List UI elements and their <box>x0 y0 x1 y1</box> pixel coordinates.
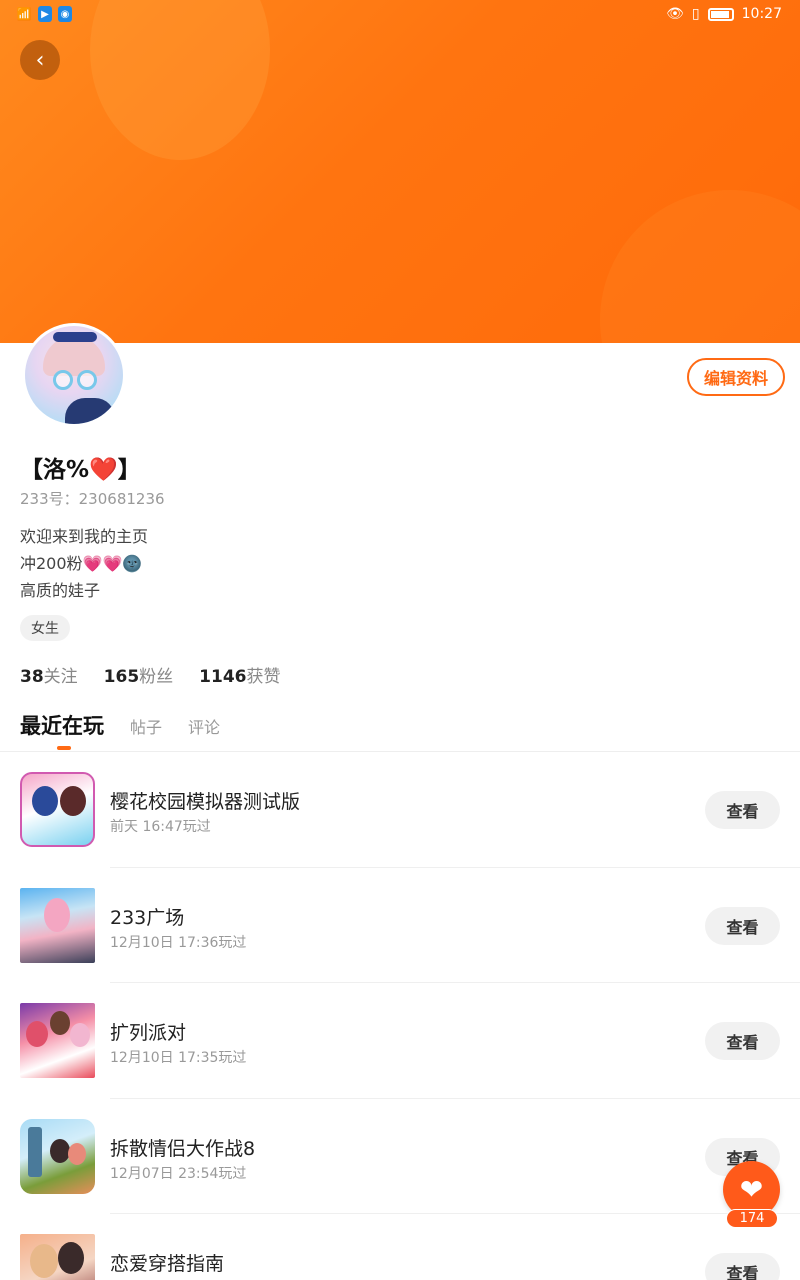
game-icon <box>20 772 95 847</box>
account-id: 233号：230681236 <box>20 490 165 508</box>
wifi-icon: 📶 <box>16 7 32 21</box>
avatar[interactable] <box>22 323 126 427</box>
game-name: 拆散情侣大作战8 <box>110 1137 256 1160</box>
header-decoration <box>600 190 800 343</box>
tab-posts[interactable]: 帖子 <box>130 714 162 738</box>
game-list: 樱花校园模拟器测试版 前天 16:47玩过 查看 233广场 12月10日 17… <box>0 752 800 1280</box>
stat-following[interactable]: 38关注 <box>20 662 78 687</box>
game-icon <box>20 1118 95 1194</box>
game-played-time: 12月10日 17:35玩过 <box>110 1050 247 1066</box>
chevron-left-icon: ‹ <box>35 47 45 73</box>
game-name: 233广场 <box>110 906 185 929</box>
view-button[interactable]: 查看 <box>705 1022 780 1060</box>
status-time: 10:27 <box>741 6 782 22</box>
back-button[interactable]: ‹ <box>20 40 60 80</box>
game-name: 樱花校园模拟器测试版 <box>110 791 301 813</box>
game-name: 扩列派对 <box>110 1022 187 1044</box>
profile-header-background <box>0 0 800 343</box>
view-button[interactable]: 查看 <box>705 906 780 945</box>
tab-indicator <box>57 746 71 750</box>
eye-icon: 👁 <box>666 6 684 22</box>
game-name: 恋爱穿搭指南 <box>110 1253 225 1275</box>
heart-icon: ❤ <box>739 1173 764 1206</box>
notification-app-icon: ◉ <box>58 6 72 22</box>
bio-emojis: 💗💗🌚 <box>82 554 143 573</box>
bio: 欢迎来到我的主页 冲200粉💗💗🌚 高质的娃子 <box>20 523 148 604</box>
game-played-time: 前天 16:47玩过 <box>110 819 211 835</box>
stats-row: 38关注 165粉丝 1146获赞 <box>20 662 281 687</box>
stat-followers[interactable]: 165粉丝 <box>104 662 174 687</box>
like-count: 174 <box>726 1209 778 1228</box>
bio-line: 高质的娃子 <box>20 581 101 600</box>
username: 【洛%❤️】 <box>20 457 141 483</box>
tab-bar: 最近在玩 帖子 评论 <box>20 710 220 740</box>
game-played-time: 12月10日 17:36玩过 <box>110 934 247 951</box>
view-button[interactable]: 查看 <box>705 791 780 829</box>
game-played-time: 12月07日 23:54玩过 <box>110 1165 247 1182</box>
view-button[interactable]: 查看 <box>705 1253 780 1280</box>
status-bar: 📶 ▶ ◉ 👁 ▯ 10:27 <box>0 0 800 30</box>
bio-line: 欢迎来到我的主页 <box>20 527 149 546</box>
notification-app-icon: ▶ <box>38 6 52 22</box>
heart-emoji: ❤️ <box>89 457 118 483</box>
battery-icon <box>707 7 734 21</box>
tab-recently-played[interactable]: 最近在玩 <box>20 710 104 740</box>
vibrate-icon: ▯ <box>691 6 700 22</box>
list-item[interactable]: 拆散情侣大作战8 12月07日 23:54玩过 查看 <box>0 1099 800 1214</box>
edit-profile-button[interactable]: 编辑资料 <box>687 358 785 396</box>
gender-tag: 女生 <box>20 615 70 641</box>
bio-line: 冲200粉💗💗🌚 <box>20 554 143 573</box>
tab-comments[interactable]: 评论 <box>188 714 220 738</box>
list-item[interactable]: 扩列派对 12月10日 17:35玩过 查看 <box>0 983 800 1099</box>
list-item[interactable]: 恋爱穿搭指南 查看 <box>0 1214 800 1280</box>
stat-likes[interactable]: 1146获赞 <box>199 662 280 687</box>
game-icon <box>20 1003 95 1078</box>
list-item[interactable]: 233广场 12月10日 17:36玩过 查看 <box>0 868 800 983</box>
list-item[interactable]: 樱花校园模拟器测试版 前天 16:47玩过 查看 <box>0 752 800 868</box>
game-icon <box>20 1234 95 1280</box>
game-icon <box>20 887 95 963</box>
